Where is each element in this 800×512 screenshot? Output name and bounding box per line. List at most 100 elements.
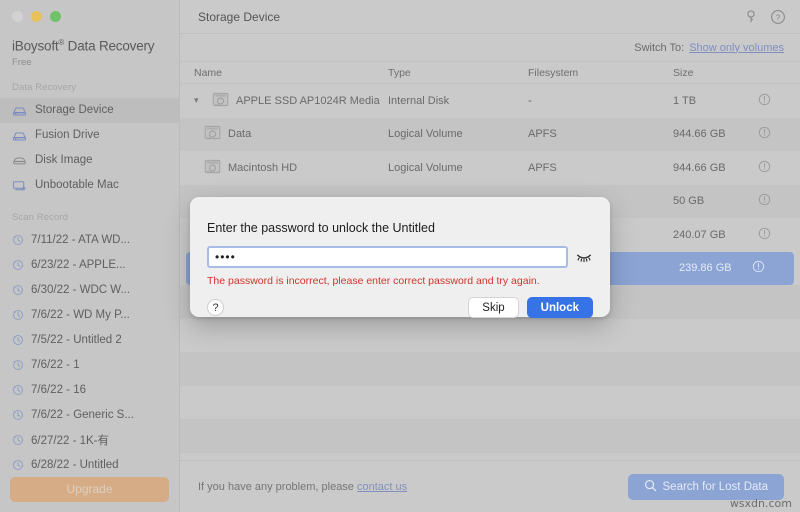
row-info-button[interactable]	[758, 126, 800, 142]
scan-record-item[interactable]: 7/6/22 - Generic S...	[0, 403, 179, 428]
disk-icon	[212, 92, 229, 110]
row-info-button[interactable]	[758, 227, 800, 243]
application-window: iBoysoft® Data Recovery Free Data Recove…	[0, 0, 800, 512]
history-clock-icon	[12, 234, 24, 246]
scan-record-item[interactable]: 7/6/22 - WD My P...	[0, 303, 179, 328]
scan-record-item[interactable]: 6/28/22 - Untitled	[0, 453, 179, 478]
sidebar-nav-list: Storage Device Fusion Drive Disk Image Unbo…	[0, 97, 179, 198]
dialog-help-button[interactable]: ?	[207, 299, 224, 316]
table-row[interactable]: Macintosh HD Logical Volume APFS 944.66 GB	[180, 151, 800, 185]
sidebar-item-disk-image[interactable]: Disk Image	[0, 148, 179, 173]
row-filesystem: APFS	[528, 161, 557, 174]
table-row-empty	[180, 419, 800, 453]
row-size: 944.66 GB	[673, 128, 726, 141]
hard-drive-icon	[12, 104, 27, 117]
support-text: If you have any problem, please contact …	[198, 481, 407, 493]
skip-button[interactable]: Skip	[468, 297, 519, 318]
table-row-empty	[180, 386, 800, 420]
scan-record-item[interactable]: 7/6/22 - 16	[0, 378, 179, 403]
unbootable-mac-icon	[12, 179, 27, 192]
history-clock-icon	[12, 284, 24, 296]
scan-record-label: 7/5/22 - Untitled 2	[31, 334, 122, 346]
scan-record-item[interactable]: 7/11/22 - ATA WD...	[0, 228, 179, 253]
contact-us-link[interactable]: contact us	[357, 481, 407, 493]
row-info-button[interactable]	[758, 93, 800, 109]
support-text-label: If you have any problem, please	[198, 480, 354, 493]
password-input[interactable]	[207, 246, 568, 268]
scan-record-label: 7/6/22 - 1	[31, 359, 80, 371]
scan-record-item[interactable]: 6/23/22 - APPLE...	[0, 253, 179, 278]
brand-product: Data Recovery	[64, 38, 155, 54]
row-info-button[interactable]	[758, 160, 800, 176]
watermark: wsxdn.com	[729, 497, 792, 510]
window-traffic-lights	[0, 0, 179, 22]
unlock-button[interactable]: Unlock	[526, 297, 593, 318]
history-clock-icon	[12, 459, 24, 471]
sidebar-item-label: Storage Device	[35, 104, 114, 116]
search-for-lost-data-button[interactable]: Search for Lost Data	[627, 473, 784, 500]
sidebar-item-storage-device[interactable]: Storage Device	[0, 97, 179, 123]
top-bar: Storage Device ?	[180, 0, 800, 34]
search-button-label: Search for Lost Data	[662, 480, 768, 493]
brand-name: iBoysoft	[12, 38, 59, 54]
switch-to-bar: Switch To: Show only volumes	[180, 34, 800, 61]
brand-edition: Free	[12, 56, 32, 68]
svg-text:?: ?	[776, 12, 781, 22]
password-row	[207, 246, 593, 268]
minimize-window-button[interactable]	[31, 11, 42, 22]
dialog-title: Enter the password to unlock the Untitle…	[207, 221, 435, 235]
row-info-button[interactable]	[758, 193, 800, 209]
upgrade-button[interactable]: Upgrade	[10, 477, 169, 502]
sidebar-item-fusion-drive[interactable]: Fusion Drive	[0, 123, 179, 148]
row-name: Data	[228, 128, 252, 141]
scan-record-item[interactable]: 6/30/22 - WDC W...	[0, 278, 179, 303]
sidebar-item-unbootable-mac[interactable]: Unbootable Mac	[0, 173, 179, 198]
switch-to-label: Switch To:	[634, 41, 685, 54]
brand-block: iBoysoft® Data Recovery Free	[0, 22, 179, 68]
sidebar-section-data-recovery: Data Recovery	[12, 81, 77, 93]
brand-title: iBoysoft® Data Recovery	[12, 38, 179, 54]
sidebar-item-label: Fusion Drive	[35, 129, 100, 141]
column-header-filesystem[interactable]: Filesystem	[528, 67, 673, 79]
history-clock-icon	[12, 309, 24, 321]
row-name: APPLE SSD AP1024R Media	[236, 94, 380, 107]
close-window-button[interactable]	[12, 11, 23, 22]
sidebar-section-scan-record: Scan Record	[12, 211, 69, 223]
scan-record-label: 6/23/22 - APPLE...	[31, 259, 126, 271]
row-size: 944.66 GB	[673, 161, 726, 174]
scan-record-item[interactable]: 7/6/22 - 1	[0, 353, 179, 378]
row-name: Macintosh HD	[228, 161, 298, 174]
table-row[interactable]: Data Logical Volume APFS 944.66 GB	[180, 117, 800, 151]
history-clock-icon	[12, 359, 24, 371]
column-header-size[interactable]: Size	[673, 67, 758, 79]
row-type: Logical Volume	[388, 128, 463, 141]
show-only-volumes-link[interactable]: Show only volumes	[689, 42, 784, 54]
scan-record-label: 7/6/22 - Generic S...	[31, 409, 134, 421]
help-circle-icon[interactable]: ?	[770, 9, 786, 25]
column-header-name[interactable]: Name	[180, 67, 388, 79]
key-icon[interactable]	[743, 9, 759, 25]
dialog-actions: ? Skip Unlock	[207, 297, 593, 318]
scan-record-item[interactable]: 6/27/22 - 1K-有	[0, 428, 179, 453]
magnifier-icon	[644, 479, 657, 495]
row-type: Logical Volume	[388, 161, 463, 174]
history-clock-icon	[12, 334, 24, 346]
sidebar-item-label: Disk Image	[35, 154, 93, 166]
sidebar: iBoysoft® Data Recovery Free Data Recove…	[0, 0, 180, 512]
table-row[interactable]: ▾ APPLE SSD AP1024R Media Internal Disk - 1 …	[180, 84, 800, 118]
column-header-type[interactable]: Type	[388, 67, 528, 79]
row-type: Internal Disk	[388, 94, 450, 107]
scan-record-item[interactable]: 7/5/22 - Untitled 2	[0, 328, 179, 353]
eye-closed-icon[interactable]	[575, 250, 593, 264]
scan-record-label: 7/11/22 - ATA WD...	[31, 234, 131, 246]
fusion-drive-icon	[12, 129, 27, 142]
chevron-down-icon[interactable]: ▾	[194, 95, 205, 106]
scan-record-label: 6/30/22 - WDC W...	[31, 284, 131, 296]
maximize-window-button[interactable]	[50, 11, 61, 22]
history-clock-icon	[12, 409, 24, 421]
row-info-button[interactable]	[752, 260, 794, 276]
disk-icon	[204, 125, 221, 143]
table-row-empty	[180, 319, 800, 353]
history-clock-icon	[12, 384, 24, 396]
row-size: 50 GB	[673, 195, 705, 208]
